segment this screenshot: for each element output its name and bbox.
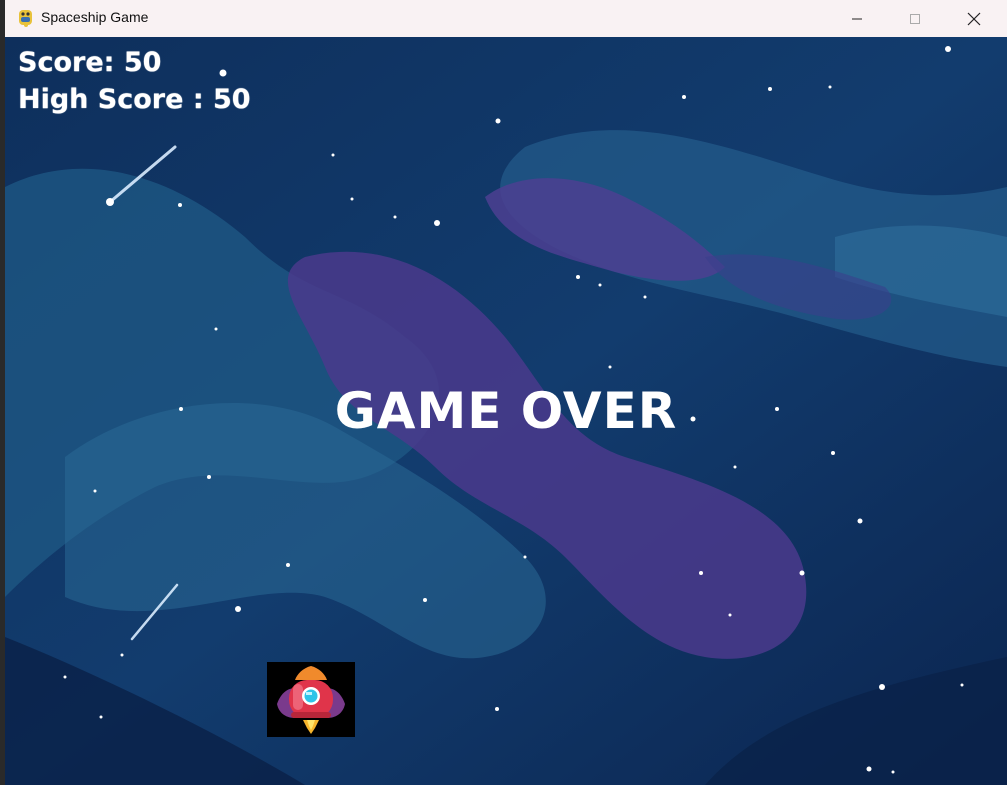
score-label: Score: 50	[18, 47, 162, 78]
window-title: Spaceship Game	[41, 9, 149, 25]
high-score-label: High Score : 50	[18, 84, 251, 115]
game-window: Spaceship Game Score: 50 High Score: 50…	[5, 0, 1007, 785]
close-icon	[967, 12, 981, 25]
title-bar[interactable]: Spaceship Game	[5, 0, 1007, 37]
game-over-text: GAME OVER	[334, 382, 678, 440]
game-canvas[interactable]: Score: 50 High Score : 50 GAME OVER	[5, 37, 1007, 785]
minimize-button[interactable]	[834, 0, 880, 37]
maximize-icon	[910, 13, 920, 24]
python-icon	[19, 10, 32, 27]
close-button[interactable]	[951, 0, 997, 37]
rocket-ship-icon	[267, 662, 355, 737]
minimize-icon	[852, 18, 862, 19]
maximize-button[interactable]	[892, 0, 938, 37]
